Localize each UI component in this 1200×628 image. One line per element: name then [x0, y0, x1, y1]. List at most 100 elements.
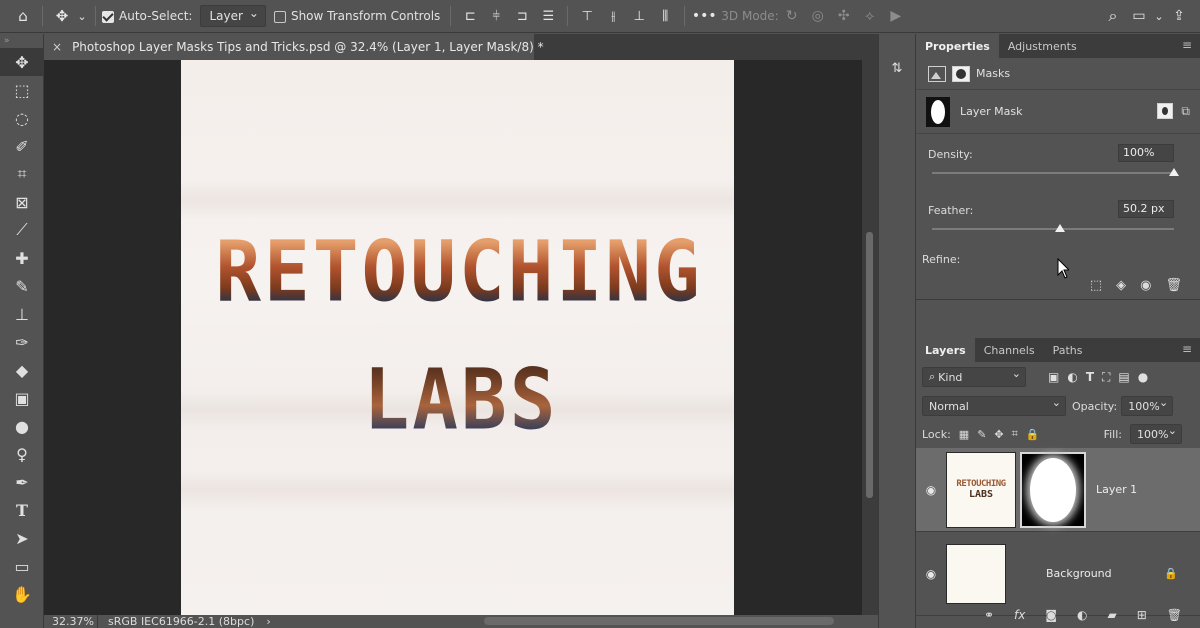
align-vertical-center-icon[interactable]: ⫲ — [600, 3, 626, 29]
layer-name[interactable]: Background — [1046, 567, 1112, 580]
tab-paths[interactable]: Paths — [1044, 338, 1092, 362]
auto-select-target-dropdown[interactable]: Layer — [200, 5, 266, 27]
frame-tool-icon[interactable]: ⊠ — [0, 188, 44, 216]
feather-input[interactable]: 50.2 px — [1118, 200, 1174, 218]
add-vector-mask-icon[interactable]: ⧉ — [1181, 103, 1190, 119]
chevron-down-icon[interactable]: ⌄ — [1152, 3, 1166, 29]
apply-mask-icon[interactable]: ◈ — [1116, 278, 1126, 293]
visibility-eye-icon[interactable]: ◉ — [916, 483, 946, 497]
history-brush-tool-icon[interactable]: ✑ — [0, 328, 44, 356]
show-transform-checkbox[interactable]: Show Transform Controls — [273, 9, 440, 23]
zoom-level[interactable]: 32.37% — [44, 615, 98, 628]
align-bottom-icon[interactable]: ⊥ — [626, 3, 652, 29]
auto-select-checkbox[interactable]: Auto-Select: — [102, 9, 192, 23]
density-input[interactable]: 100% — [1118, 144, 1174, 162]
layer-style-icon[interactable]: fx — [1014, 608, 1025, 622]
filter-toggle-icon[interactable]: ● — [1138, 370, 1148, 384]
layer-thumbnail[interactable] — [946, 543, 1006, 604]
align-right-icon[interactable]: ⊐ — [509, 3, 535, 29]
checkbox-unchecked-icon[interactable] — [273, 11, 286, 23]
align-horizontal-center-icon[interactable]: ⫩ — [483, 3, 509, 29]
new-layer-icon[interactable]: ⊞ — [1137, 608, 1147, 622]
horizontal-scroll-thumb[interactable] — [484, 617, 834, 625]
pixel-mask-icon[interactable] — [928, 65, 946, 82]
visibility-eye-icon[interactable]: ◉ — [916, 567, 946, 581]
search-icon[interactable]: ⌕ — [1100, 3, 1126, 29]
panel-menu-icon[interactable]: ≡ — [1182, 342, 1192, 356]
quick-selection-tool-icon[interactable]: ✐ — [0, 132, 44, 160]
distribute-icon[interactable]: ☰ — [535, 3, 561, 29]
layer-row[interactable]: ◉ RETOUCHING LABS Layer 1 — [916, 448, 1200, 532]
eraser-tool-icon[interactable]: ◆ — [0, 356, 44, 384]
blur-tool-icon[interactable]: ● — [0, 412, 44, 440]
marquee-tool-icon[interactable]: ⬚ — [0, 76, 44, 104]
home-icon[interactable]: ⌂ — [10, 3, 36, 29]
delete-layer-icon[interactable]: 🗑 — [1167, 608, 1182, 622]
move-tool-icon[interactable]: ✥ — [0, 48, 44, 76]
healing-brush-tool-icon[interactable]: ✚ — [0, 244, 44, 272]
panel-menu-icon[interactable]: ≡ — [1182, 38, 1192, 52]
link-layers-icon[interactable]: ⚭ — [984, 608, 994, 622]
workspace-icon[interactable]: ▭ — [1126, 3, 1152, 29]
vertical-scroll-thumb[interactable] — [866, 232, 873, 498]
eyedropper-tool-icon[interactable]: ⟋ — [0, 216, 44, 244]
adjustment-layer-icon[interactable]: ◐ — [1077, 608, 1087, 622]
panel-grip-icon[interactable]: » — [0, 34, 43, 48]
document-canvas[interactable]: RETOUCHING LABS — [181, 60, 734, 615]
distribute-vertical-icon[interactable]: ⫼ — [652, 3, 678, 29]
filter-adjustment-icon[interactable]: ◐ — [1067, 370, 1077, 384]
density-slider-thumb[interactable] — [1169, 168, 1179, 176]
filter-kind-dropdown[interactable]: ⌕ Kind — [922, 367, 1026, 387]
checkbox-checked-icon[interactable] — [102, 11, 114, 23]
add-mask-icon[interactable]: ◙ — [1045, 608, 1057, 622]
feather-slider-track[interactable] — [932, 224, 1174, 232]
filter-type-icon[interactable]: T — [1086, 370, 1094, 384]
history-panel-icon[interactable]: ⇅ — [879, 56, 915, 80]
share-icon[interactable]: ⇪ — [1166, 3, 1192, 29]
layer-thumbnail[interactable]: RETOUCHING LABS — [946, 451, 1016, 528]
filter-shape-icon[interactable]: ⛶ — [1102, 370, 1110, 385]
chevron-down-icon[interactable]: ⌄ — [75, 3, 89, 29]
lock-all-icon[interactable]: 🔒 — [1026, 428, 1040, 441]
density-slider-track[interactable] — [932, 168, 1179, 176]
crop-tool-icon[interactable]: ⌗ — [0, 160, 44, 188]
filter-smart-object-icon[interactable]: ▤ — [1118, 370, 1129, 384]
filter-pixel-icon[interactable]: ▣ — [1048, 370, 1059, 384]
status-menu-arrow[interactable]: › — [266, 615, 270, 628]
move-tool-icon[interactable]: ✥ — [49, 3, 75, 29]
rectangle-tool-icon[interactable]: ▭ — [0, 552, 44, 580]
feather-slider-thumb[interactable] — [1055, 224, 1066, 232]
close-icon[interactable]: × — [52, 40, 62, 54]
tab-channels[interactable]: Channels — [975, 338, 1044, 362]
clone-stamp-tool-icon[interactable]: ⊥ — [0, 300, 44, 328]
gradient-tool-icon[interactable]: ▣ — [0, 384, 44, 412]
new-group-icon[interactable]: ▰ — [1107, 608, 1116, 622]
tab-properties[interactable]: Properties — [916, 34, 999, 58]
lock-artboard-icon[interactable]: ⌗ — [1012, 427, 1018, 441]
lock-position-icon[interactable]: ✥ — [994, 428, 1003, 441]
visibility-eye-icon[interactable]: ◉ — [1140, 278, 1151, 293]
lock-image-icon[interactable]: ✎ — [977, 428, 986, 441]
more-options-icon[interactable]: ••• — [691, 3, 717, 29]
layer-mask-icon[interactable] — [952, 65, 970, 82]
tab-adjustments[interactable]: Adjustments — [999, 34, 1086, 58]
dodge-tool-icon[interactable]: ♀ — [0, 440, 44, 468]
tab-layers[interactable]: Layers — [916, 338, 975, 362]
load-selection-icon[interactable]: ⬚ — [1090, 278, 1102, 293]
fill-input[interactable]: 100% — [1130, 424, 1182, 444]
vertical-scrollbar[interactable] — [862, 60, 878, 615]
align-left-icon[interactable]: ⊏ — [457, 3, 483, 29]
path-selection-tool-icon[interactable]: ➤ — [0, 524, 44, 552]
blend-mode-dropdown[interactable]: Normal — [922, 396, 1066, 416]
layer-name[interactable]: Layer 1 — [1096, 483, 1137, 496]
type-tool-icon[interactable]: T — [0, 496, 44, 524]
opacity-input[interactable]: 100% — [1121, 396, 1174, 416]
delete-mask-icon[interactable]: 🗑 — [1165, 278, 1182, 293]
pen-tool-icon[interactable]: ✒ — [0, 468, 44, 496]
hand-tool-icon[interactable]: ✋ — [0, 580, 44, 608]
brush-tool-icon[interactable]: ✎ — [0, 272, 44, 300]
canvas-area[interactable]: RETOUCHING LABS — [44, 60, 862, 615]
add-pixel-mask-icon[interactable] — [1157, 103, 1174, 119]
layer-mask-thumbnail[interactable] — [1020, 451, 1086, 528]
document-tab[interactable]: × Photoshop Layer Masks Tips and Tricks.… — [44, 34, 544, 60]
